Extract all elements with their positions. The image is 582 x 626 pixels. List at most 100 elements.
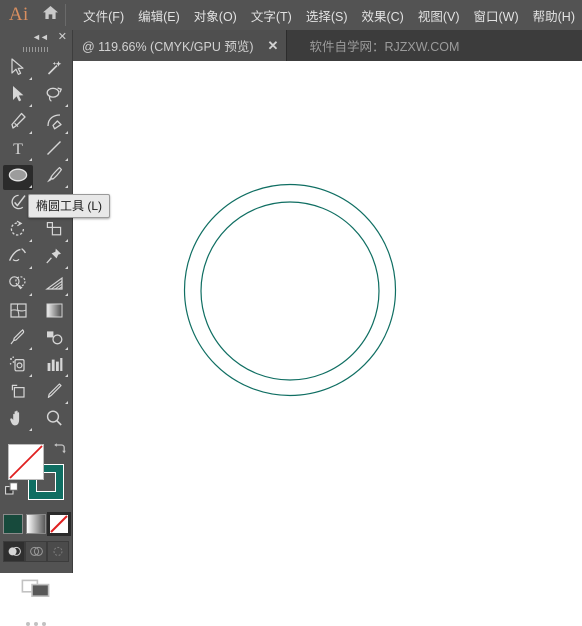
inner-circle[interactable] <box>200 201 380 381</box>
menu-item-view[interactable]: 视图(V) <box>411 2 467 29</box>
draw-behind-mode-button[interactable] <box>25 541 47 562</box>
artboard-canvas[interactable] <box>72 61 582 573</box>
hand-icon <box>9 409 28 432</box>
lasso-icon <box>45 86 63 108</box>
menu-item-file[interactable]: 文件(F) <box>76 2 131 29</box>
color-controls <box>0 440 72 512</box>
tool-curvature[interactable] <box>36 110 72 137</box>
fill-swatch[interactable] <box>8 444 44 480</box>
tool-ellipse[interactable] <box>0 164 36 191</box>
swap-fill-stroke-icon[interactable] <box>52 442 66 461</box>
tool-perspective-grid[interactable] <box>36 272 72 299</box>
default-fill-stroke-icon[interactable] <box>5 482 20 502</box>
tool-flyout-corner-icon <box>29 77 32 80</box>
tool-flyout-corner-icon <box>65 293 68 296</box>
tool-free-transform[interactable] <box>36 245 72 272</box>
draw-inside-icon <box>53 546 63 556</box>
tool-flyout-corner-icon <box>65 401 68 404</box>
watermark-text: 软件自学网：RJZXW.COM <box>309 40 460 54</box>
gradient-icon <box>45 302 64 324</box>
zoom-magnifier-icon <box>45 409 63 432</box>
panel-drag-handle[interactable] <box>0 44 72 54</box>
tool-flyout-corner-icon <box>65 185 68 188</box>
tool-symbol-sprayer[interactable] <box>0 353 36 380</box>
change-screen-mode-button[interactable] <box>0 576 72 600</box>
tool-button-grid: T <box>0 54 72 434</box>
tool-pen[interactable] <box>0 110 36 137</box>
tool-artboard[interactable] <box>0 380 36 407</box>
magic-wand-icon <box>46 59 63 81</box>
tool-scale[interactable] <box>36 218 72 245</box>
gradient-button[interactable] <box>26 514 46 534</box>
collapse-panel-icon[interactable]: ◄◄ <box>32 32 49 42</box>
menu-divider <box>65 4 67 26</box>
tool-flyout-corner-icon <box>29 158 32 161</box>
tool-zoom[interactable] <box>36 407 72 434</box>
home-icon <box>42 5 59 25</box>
column-graph-icon <box>45 356 64 378</box>
shape-builder-icon <box>8 275 28 296</box>
tool-blend[interactable] <box>36 326 72 353</box>
menu-item-help[interactable]: 帮助(H) <box>526 2 582 29</box>
menu-item-window[interactable]: 窗口(W) <box>467 2 526 29</box>
tool-flyout-corner-icon <box>65 266 68 269</box>
tool-flyout-corner-icon <box>29 374 32 377</box>
tool-flyout-corner-icon <box>65 374 68 377</box>
more-dot-icon <box>34 622 38 626</box>
tool-flyout-corner-icon <box>29 293 32 296</box>
tool-lasso[interactable] <box>36 83 72 110</box>
slice-knife-icon <box>45 382 63 405</box>
tool-type[interactable]: T <box>0 137 36 164</box>
tool-flyout-corner-icon <box>29 131 32 134</box>
tools-panel: ◄◄ ✕ T <box>0 30 73 626</box>
pen-icon <box>9 112 27 135</box>
tool-flyout-corner-icon <box>29 185 32 188</box>
screen-mode-icon <box>21 579 50 598</box>
tool-flyout-corner-icon <box>65 131 68 134</box>
menu-item-object[interactable]: 对象(O) <box>187 2 244 29</box>
tool-eyedropper[interactable] <box>0 326 36 353</box>
draw-inside-mode-button[interactable] <box>47 541 69 562</box>
tool-selection[interactable] <box>0 56 36 83</box>
tool-flyout-corner-icon <box>29 239 32 242</box>
home-button[interactable] <box>38 5 64 25</box>
none-slash-icon <box>9 445 43 479</box>
menu-item-effect[interactable]: 效果(C) <box>354 2 410 29</box>
tool-line-segment[interactable] <box>36 137 72 164</box>
tools-panel-header: ◄◄ ✕ <box>0 30 72 44</box>
none-button[interactable] <box>47 512 71 536</box>
draw-normal-mode-button[interactable] <box>3 541 25 562</box>
tool-hand[interactable] <box>0 407 36 434</box>
document-tab[interactable]: @ 119.66% (CMYK/GPU 预览) ✕ <box>72 30 288 61</box>
shaper-icon <box>9 193 27 216</box>
color-button[interactable] <box>3 514 23 534</box>
outer-circle[interactable] <box>183 183 397 397</box>
tool-flyout-corner-icon <box>65 104 68 107</box>
more-dot-icon <box>42 622 46 626</box>
scale-icon <box>45 220 63 243</box>
width-warp-icon <box>8 247 28 270</box>
menu-item-select[interactable]: 选择(S) <box>299 2 355 29</box>
edit-toolbar-button[interactable] <box>0 622 72 626</box>
tool-gradient[interactable] <box>36 299 72 326</box>
close-panel-icon[interactable]: ✕ <box>58 31 67 43</box>
document-tab-title: @ 119.66% (CMYK/GPU 预览) <box>82 40 254 54</box>
artboard-icon <box>9 382 28 405</box>
tool-slice[interactable] <box>36 380 72 407</box>
tool-magic-wand[interactable] <box>36 56 72 83</box>
tool-width[interactable] <box>0 245 36 272</box>
eyedropper-icon <box>9 328 27 351</box>
curvature-pen-icon <box>45 112 63 135</box>
menu-item-edit[interactable]: 编辑(E) <box>131 2 187 29</box>
drawing-mode-buttons <box>0 541 72 562</box>
menu-item-type[interactable]: 文字(T) <box>244 2 299 29</box>
tool-rotate[interactable] <box>0 218 36 245</box>
close-icon[interactable]: ✕ <box>268 39 279 52</box>
ellipse-icon <box>7 167 29 188</box>
tool-paintbrush[interactable] <box>36 164 72 191</box>
tool-shape-builder[interactable] <box>0 272 36 299</box>
paintbrush-icon <box>45 166 63 189</box>
tool-mesh[interactable] <box>0 299 36 326</box>
tool-direct-selection[interactable] <box>0 83 36 110</box>
tool-column-graph[interactable] <box>36 353 72 380</box>
